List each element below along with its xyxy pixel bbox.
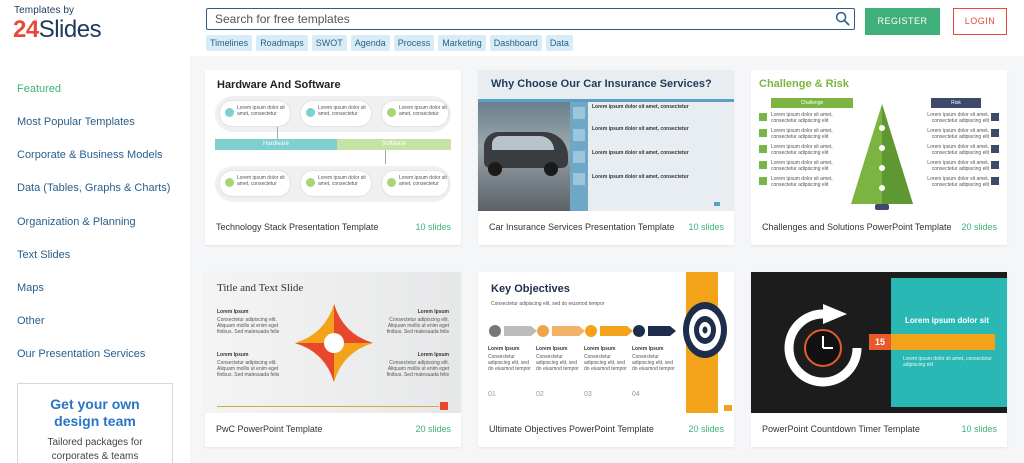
- template-thumbnail[interactable]: 15 Lorem ipsum dolor sit Lorem ipsum dol…: [751, 272, 1007, 413]
- template-title[interactable]: Challenges and Solutions PowerPoint Temp…: [762, 222, 951, 232]
- logo-wordmark: 24Slides: [13, 16, 102, 43]
- thumb-timer-graphic: [784, 304, 862, 387]
- template-title[interactable]: PwC PowerPoint Template: [216, 424, 322, 434]
- register-button[interactable]: REGISTER: [865, 8, 940, 35]
- thumb-hardware-bar: Hardware: [215, 139, 337, 150]
- template-thumbnail[interactable]: Challenge & Risk Challenge Risk Lorem ip…: [751, 70, 1007, 211]
- thumb-heading: Hardware And Software: [217, 79, 341, 91]
- sidebar-item-most-popular[interactable]: Most Popular Templates: [17, 116, 135, 128]
- template-thumbnail[interactable]: Key Objectives Consectetur adipiscing el…: [478, 272, 734, 413]
- thumb-star-graphic: [295, 304, 373, 382]
- chip-process[interactable]: Process: [393, 35, 435, 51]
- site-logo[interactable]: Templates by 24Slides: [13, 5, 103, 49]
- sidebar-item-presentation-services[interactable]: Our Presentation Services: [17, 348, 145, 360]
- thumb-timer-number: 15: [869, 334, 891, 350]
- thumb-heading: Lorem ipsum dolor sit: [905, 316, 990, 325]
- thumb-heading: Why Choose Our Car Insurance Services?: [491, 78, 712, 90]
- template-card[interactable]: Hardware And Software Lorem ipsum dolor …: [205, 70, 461, 245]
- search-icon[interactable]: [835, 11, 850, 26]
- thumb-heading: Title and Text Slide: [217, 282, 304, 294]
- template-title[interactable]: Technology Stack Presentation Template: [216, 222, 378, 232]
- chip-swot[interactable]: SWOT: [311, 35, 347, 51]
- slide-count: 20 slides: [688, 424, 724, 434]
- sidebar-item-data[interactable]: Data (Tables, Graphs & Charts): [17, 182, 170, 194]
- sidebar-item-corporate-business[interactable]: Corporate & Business Models: [17, 149, 163, 161]
- slide-count: 10 slides: [961, 424, 997, 434]
- template-card[interactable]: Why Choose Our Car Insurance Services? L…: [478, 70, 734, 245]
- promo-text: Tailored packages for corporates & teams: [47, 437, 143, 462]
- thumb-pyramid: [851, 104, 913, 210]
- slide-count: 20 slides: [961, 222, 997, 232]
- chip-timelines[interactable]: Timelines: [206, 35, 253, 51]
- template-title[interactable]: Car Insurance Services Presentation Temp…: [489, 222, 674, 232]
- slide-count: 20 slides: [415, 424, 451, 434]
- logo-tagline: Templates by: [14, 5, 75, 16]
- sidebar-item-maps[interactable]: Maps: [17, 282, 44, 294]
- chip-agenda[interactable]: Agenda: [350, 35, 390, 51]
- slide-count: 10 slides: [688, 222, 724, 232]
- template-thumbnail[interactable]: Hardware And Software Lorem ipsum dolor …: [205, 70, 461, 211]
- chip-roadmaps[interactable]: Roadmaps: [256, 35, 308, 51]
- slide-count: 10 slides: [415, 222, 451, 232]
- template-title[interactable]: PowerPoint Countdown Timer Template: [762, 424, 920, 434]
- thumb-target-graphic: [683, 302, 727, 358]
- chip-data[interactable]: Data: [545, 35, 573, 51]
- thumb-heading: Key Objectives: [491, 283, 570, 295]
- top-header: Templates by 24Slides Timelines Roadmaps…: [0, 0, 1024, 56]
- design-team-promo[interactable]: Get your own design team Tailored packag…: [17, 383, 173, 463]
- template-thumbnail[interactable]: Title and Text Slide Lorem Ipsum Consect…: [205, 272, 461, 413]
- template-card[interactable]: Title and Text Slide Lorem Ipsum Consect…: [205, 272, 461, 447]
- thumb-heading: Challenge & Risk: [759, 78, 849, 90]
- sidebar-item-text-slides[interactable]: Text Slides: [17, 249, 70, 261]
- category-sidebar: Featured Most Popular Templates Corporat…: [0, 56, 190, 463]
- thumb-arrow-steps: [489, 325, 676, 337]
- thumb-software-bar: Software: [337, 139, 451, 150]
- search-input[interactable]: [207, 9, 827, 28]
- template-card[interactable]: Key Objectives Consectetur adipiscing el…: [478, 272, 734, 447]
- template-title[interactable]: Ultimate Objectives PowerPoint Template: [489, 424, 654, 434]
- chip-marketing[interactable]: Marketing: [438, 35, 486, 51]
- template-thumbnail[interactable]: Why Choose Our Car Insurance Services? L…: [478, 70, 734, 211]
- quick-filter-chips: Timelines Roadmaps SWOT Agenda Process M…: [206, 35, 573, 51]
- thumb-car-photo: [478, 102, 570, 211]
- promo-title: Get your own design team: [50, 396, 140, 429]
- sidebar-item-organization[interactable]: Organization & Planning: [17, 216, 136, 228]
- sidebar-item-other[interactable]: Other: [17, 315, 45, 327]
- sidebar-item-featured[interactable]: Featured: [17, 83, 61, 95]
- login-button[interactable]: LOGIN: [953, 8, 1007, 35]
- chip-dashboard[interactable]: Dashboard: [489, 35, 542, 51]
- template-card[interactable]: Challenge & Risk Challenge Risk Lorem ip…: [751, 70, 1007, 245]
- template-card[interactable]: 15 Lorem ipsum dolor sit Lorem ipsum dol…: [751, 272, 1007, 447]
- search-box: [206, 8, 855, 30]
